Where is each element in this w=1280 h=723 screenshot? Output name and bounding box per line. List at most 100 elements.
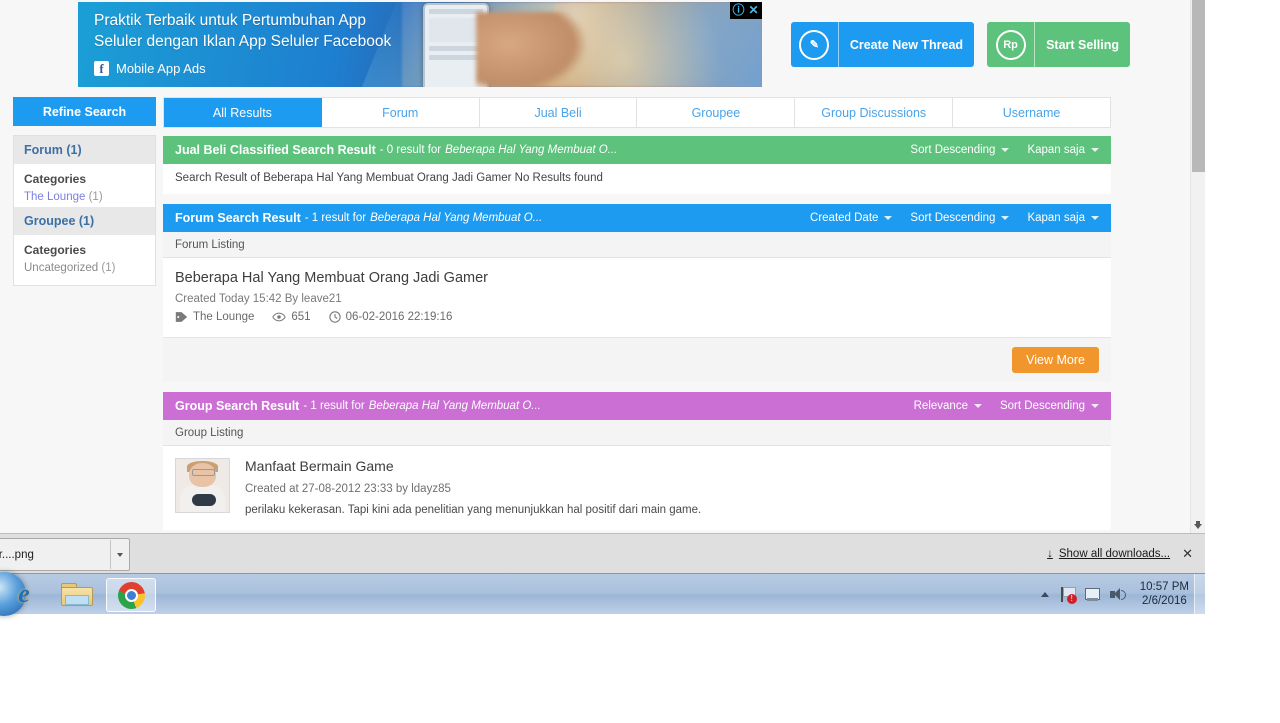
- forum-result-title[interactable]: Beberapa Hal Yang Membuat Orang Jadi Gam…: [175, 270, 1099, 286]
- view-more-label: View More: [1026, 353, 1085, 367]
- facet-group-header-groupee[interactable]: Groupee (1): [14, 207, 155, 235]
- forum-result-category: The Lounge: [175, 311, 254, 323]
- tab-all-results[interactable]: All Results: [163, 98, 322, 127]
- group-sort-label: Sort Descending: [999, 400, 1085, 412]
- facet-link-uncategorized[interactable]: Uncategorized (1): [24, 262, 145, 274]
- chevron-down-icon: [1091, 148, 1099, 152]
- forum-panel-title: Forum Search Result: [175, 211, 301, 225]
- tab-jual-beli-label: Jual Beli: [534, 105, 582, 120]
- ad-info-icon[interactable]: ⓘ: [731, 3, 746, 18]
- tab-groupee-label: Groupee: [691, 105, 741, 120]
- forum-sort-dropdown[interactable]: Sort Descending: [910, 212, 1010, 224]
- facet-categories-title-groupee: Categories: [24, 243, 87, 257]
- jual-beli-results-panel: Jual Beli Classified Search Result - 0 r…: [163, 136, 1111, 194]
- download-bar-actions: ↓ Show all downloads... ✕: [1047, 546, 1193, 562]
- group-panel-count: - 1 result for: [303, 400, 365, 412]
- forum-result-row[interactable]: Beberapa Hal Yang Membuat Orang Jadi Gam…: [163, 258, 1111, 338]
- show-hidden-icons-icon[interactable]: [1040, 591, 1049, 597]
- forum-created-date-dropdown[interactable]: Created Date: [810, 212, 893, 224]
- jual-beli-panel-count: - 0 result for: [379, 144, 442, 156]
- jual-beli-sort-label: Sort Descending: [910, 144, 996, 156]
- jual-beli-time-dropdown[interactable]: Kapan saja: [1027, 144, 1099, 156]
- tab-username[interactable]: Username: [953, 98, 1111, 127]
- create-new-thread-button[interactable]: ✎ Create New Thread: [790, 22, 975, 67]
- action-center-flag-icon[interactable]: !: [1059, 586, 1077, 604]
- page-scrollbar[interactable]: [1190, 0, 1205, 533]
- facet-groupee-label: Groupee (1): [24, 214, 95, 228]
- forum-panel-count: - 1 result for: [304, 212, 367, 224]
- group-panel-query: Beberapa Hal Yang Membuat O...: [368, 400, 541, 412]
- folder-icon: [61, 582, 93, 606]
- tab-group-discussions[interactable]: Group Discussions: [795, 98, 954, 127]
- taskbar-item-google-chrome[interactable]: [106, 578, 156, 612]
- tab-all-results-label: All Results: [212, 105, 272, 120]
- forum-panel-query: Beberapa Hal Yang Membuat O...: [370, 212, 543, 224]
- eye-icon: [272, 312, 286, 322]
- volume-icon[interactable]: [1109, 586, 1126, 603]
- page-scrollbar-thumb[interactable]: [1192, 0, 1205, 172]
- chevron-down-icon: [1091, 404, 1099, 408]
- taskbar-item-file-explorer[interactable]: [52, 578, 100, 610]
- rupiah-icon: Rp: [995, 29, 1026, 60]
- ad-controls[interactable]: ⓘ ✕: [730, 2, 762, 19]
- forum-created-date-label: Created Date: [810, 212, 879, 224]
- facet-group-header-forum[interactable]: Forum (1): [14, 136, 155, 164]
- download-item[interactable]: s+an+art+for....png: [0, 538, 130, 571]
- facet-forum-label: Forum (1): [24, 143, 82, 157]
- network-icon[interactable]: [1084, 586, 1101, 603]
- ad-brand: f Mobile App Ads: [94, 61, 206, 76]
- facet-link-the-lounge[interactable]: The Lounge (1): [24, 191, 145, 203]
- show-desktop-button[interactable]: [1194, 574, 1205, 614]
- group-result-text: Manfaat Bermain Game Created at 27-08-20…: [245, 458, 701, 516]
- download-item-menu-button[interactable]: [110, 540, 129, 569]
- pencil-icon: ✎: [799, 29, 830, 60]
- tab-forum-label: Forum: [382, 105, 419, 120]
- group-result-title[interactable]: Manfaat Bermain Game: [245, 458, 701, 474]
- facet-link-uncategorized-count: (1): [101, 262, 116, 274]
- jual-beli-panel-title: Jual Beli Classified Search Result: [175, 143, 376, 157]
- facet-group-body-forum: Categories The Lounge (1): [14, 164, 155, 207]
- start-selling-button[interactable]: Rp Start Selling: [987, 22, 1130, 67]
- forum-results-panel: Forum Search Result - 1 result for Beber…: [163, 204, 1111, 382]
- start-selling-label: Start Selling: [1046, 37, 1119, 52]
- forum-result-category-label: The Lounge: [193, 311, 255, 323]
- view-more-button[interactable]: View More: [1012, 347, 1099, 373]
- download-bar: s+an+art+for....png ↓ Show all downloads…: [0, 533, 1205, 574]
- show-all-downloads-link[interactable]: ↓ Show all downloads...: [1047, 548, 1170, 560]
- refine-search-button[interactable]: Refine Search: [13, 97, 156, 126]
- chevron-down-icon: [1091, 216, 1099, 220]
- forum-time-dropdown[interactable]: Kapan saja: [1027, 212, 1099, 224]
- tab-jual-beli[interactable]: Jual Beli: [479, 98, 638, 127]
- jual-beli-sort-dropdown[interactable]: Sort Descending: [910, 144, 1010, 156]
- taskbar: e ! 10:57 PM 2/6/2016: [0, 572, 1205, 616]
- group-result-avatar: [175, 458, 230, 513]
- chevron-down-icon: [884, 216, 893, 220]
- tab-forum[interactable]: Forum: [321, 98, 480, 127]
- chevron-down-icon: [117, 552, 123, 557]
- group-relevance-label: Relevance: [913, 400, 968, 412]
- forum-result-stats: The Lounge 651 06-02-2016 22:19:16: [175, 311, 1099, 323]
- ad-close-icon[interactable]: ✕: [746, 3, 761, 18]
- tab-groupee[interactable]: Groupee: [637, 98, 796, 127]
- pencil-icon-wrapper: ✎: [791, 22, 839, 67]
- group-result-row[interactable]: Manfaat Bermain Game Created at 27-08-20…: [163, 446, 1111, 530]
- close-download-bar-icon[interactable]: ✕: [1182, 546, 1193, 562]
- forum-time-label: Kapan saja: [1027, 212, 1085, 224]
- facebook-icon: f: [94, 61, 109, 76]
- group-relevance-dropdown[interactable]: Relevance: [914, 400, 982, 412]
- group-sort-dropdown[interactable]: Sort Descending: [1000, 400, 1099, 412]
- ad-banner[interactable]: Praktik Terbaik untuk Pertumbuhan App Se…: [78, 2, 762, 87]
- group-listing-label: Group Listing: [163, 420, 1111, 446]
- forum-result-views: 651: [272, 311, 311, 323]
- show-all-downloads-label: Show all downloads...: [1058, 548, 1171, 560]
- ad-hand-image: [476, 12, 586, 87]
- facet-categories-title-forum: Categories: [24, 172, 87, 186]
- facet-group-body-groupee: Categories Uncategorized (1): [14, 235, 155, 278]
- clock[interactable]: 10:57 PM 2/6/2016: [1134, 580, 1195, 608]
- download-file-name: s+an+art+for....png: [0, 548, 34, 561]
- group-result-meta: Created at 27-08-2012 23:33 by ldayz85: [245, 483, 451, 495]
- scroll-down-icon[interactable]: [1194, 524, 1202, 529]
- taskbar-item-internet-explorer[interactable]: e: [0, 578, 48, 610]
- screen: Praktik Terbaik untuk Pertumbuhan App Se…: [0, 0, 1280, 723]
- ad-headline-line2: Seluler dengan Iklan App Seluler Faceboo…: [94, 33, 392, 50]
